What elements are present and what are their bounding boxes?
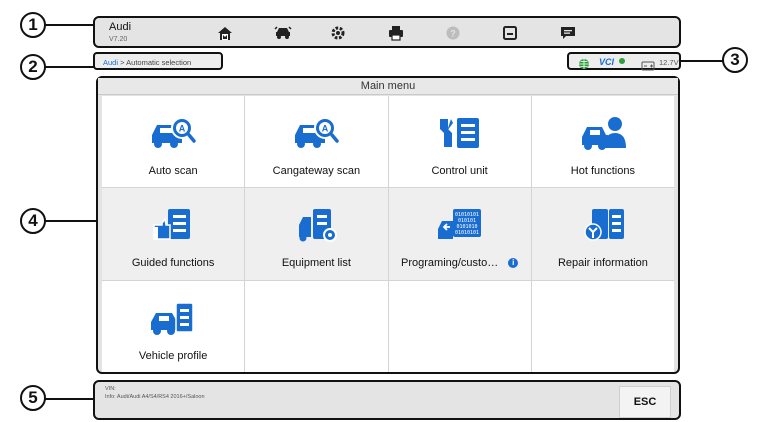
repair-information-icon xyxy=(584,209,624,242)
callout-2: 2 xyxy=(20,54,46,80)
callout-leader xyxy=(44,24,94,26)
help-icon[interactable]: ? xyxy=(440,22,466,44)
guided-functions-icon xyxy=(153,209,191,241)
control-unit-icon xyxy=(439,118,479,148)
callout-leader xyxy=(681,60,723,62)
vehicle-profile-icon xyxy=(151,301,194,335)
menu-item-text: Programing/custo… xyxy=(401,257,499,270)
top-toolbar: Audi V7.20 ? xyxy=(93,16,681,48)
menu-item-hot-functions[interactable]: Hot functions xyxy=(531,96,674,188)
menu-item-programming-customization[interactable]: 01010101 010101 0101010 01010101 Program… xyxy=(388,188,531,280)
menu-item-label: Repair information xyxy=(557,257,648,270)
battery-icon xyxy=(641,58,655,76)
settings-icon[interactable] xyxy=(325,22,351,44)
callout-leader xyxy=(44,66,94,68)
menu-item-label: Equipment list xyxy=(281,257,351,270)
empty-cell xyxy=(388,280,531,372)
menu-item-label: Vehicle profile xyxy=(138,349,208,362)
message-icon[interactable] xyxy=(555,22,581,44)
menu-item-equipment-list[interactable]: Equipment list xyxy=(245,188,388,280)
breadcrumb-current: Automatic selection xyxy=(126,58,192,67)
hot-functions-icon xyxy=(581,117,626,150)
vehicle-swap-icon[interactable] xyxy=(270,22,296,44)
empty-cell xyxy=(531,280,674,372)
vci-status-dot xyxy=(619,58,625,64)
info-badge-icon[interactable]: i xyxy=(508,258,519,269)
battery-voltage: 12.7V xyxy=(659,58,679,67)
menu-item-guided-functions[interactable]: Guided functions xyxy=(102,188,245,280)
equipment-list-icon xyxy=(299,209,338,243)
menu-item-label: Guided functions xyxy=(131,257,215,270)
main-menu-title: Main menu xyxy=(98,78,678,95)
empty-cell xyxy=(245,280,388,372)
menu-item-auto-scan[interactable]: A Auto scan xyxy=(102,96,245,188)
save-icon[interactable] xyxy=(497,22,523,44)
menu-item-label: Cangateway scan xyxy=(272,165,361,177)
menu-item-control-unit[interactable]: Control unit xyxy=(388,96,531,188)
menu-item-label: Hot functions xyxy=(570,165,635,177)
vehicle-info: Info: Audi/Audi A4/S4/RS4 2016+/Saloon xyxy=(105,394,205,400)
home-icon[interactable] xyxy=(212,22,238,44)
auto-scan-icon: A xyxy=(152,117,196,148)
menu-item-cangateway-scan[interactable]: A Cangateway scan xyxy=(245,96,388,188)
callout-3: 3 xyxy=(722,47,748,73)
network-icon xyxy=(578,57,590,75)
callout-1: 1 xyxy=(20,12,46,38)
svg-text:A: A xyxy=(179,124,186,134)
menu-item-vehicle-profile[interactable]: Vehicle profile xyxy=(102,280,245,372)
callout-4: 4 xyxy=(20,208,46,234)
esc-button[interactable]: ESC xyxy=(619,386,671,418)
callout-leader xyxy=(44,220,97,222)
menu-item-repair-information[interactable]: Repair information xyxy=(531,188,674,280)
svg-text:01010101: 01010101 xyxy=(455,230,479,236)
menu-item-label: Auto scan xyxy=(148,165,198,177)
print-icon[interactable] xyxy=(383,22,409,44)
callout-5: 5 xyxy=(20,385,46,411)
programming-icon: 01010101 010101 0101010 01010101 xyxy=(437,209,481,240)
app-version: V7.20 xyxy=(109,36,128,43)
footer-bar: VIN: Info: Audi/Audi A4/S4/RS4 2016+/Sal… xyxy=(93,380,681,420)
menu-item-label: Programing/custo… i xyxy=(389,257,531,269)
vci-icon: VCI xyxy=(599,57,615,67)
cangateway-scan-icon: A xyxy=(295,117,340,148)
vin-label: VIN: xyxy=(105,386,116,392)
main-menu-panel: Main menu A Auto scan A Cangateway scan … xyxy=(96,76,680,374)
menu-item-label: Control unit xyxy=(431,165,488,177)
breadcrumb: Audi > Automatic selection xyxy=(93,52,223,70)
breadcrumb-link-audi[interactable]: Audi xyxy=(103,58,118,67)
svg-text:A: A xyxy=(322,124,329,134)
app-title: Audi xyxy=(109,21,132,33)
callout-leader xyxy=(44,398,94,400)
function-grid: A Auto scan A Cangateway scan Control un… xyxy=(102,96,674,372)
status-bar: VCI 12.7V xyxy=(567,52,681,71)
svg-text:?: ? xyxy=(450,29,456,39)
breadcrumb-separator: > xyxy=(118,58,127,67)
